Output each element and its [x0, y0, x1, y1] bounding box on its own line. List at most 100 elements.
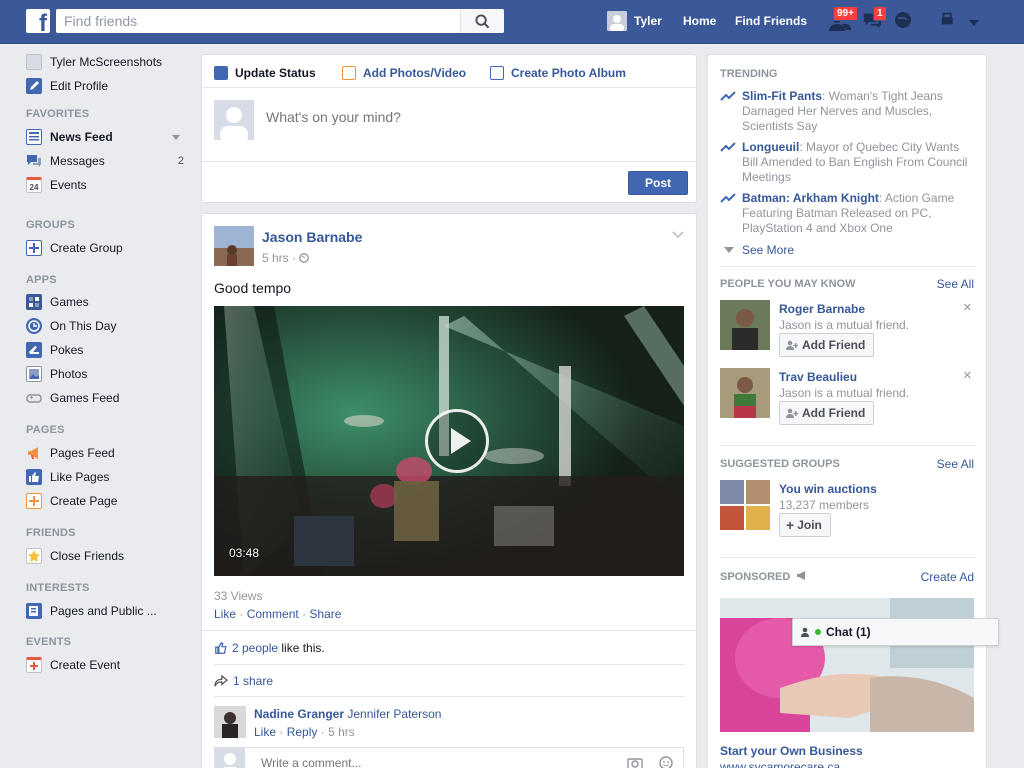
- sidebar-item-profile[interactable]: Tyler McScreenshots: [26, 52, 186, 72]
- story-timestamp[interactable]: 5 hrs ·: [262, 251, 310, 265]
- user-avatar[interactable]: [607, 11, 627, 31]
- sidebar-item-edit-profile[interactable]: Edit Profile: [26, 76, 186, 96]
- pencil-icon: [26, 78, 42, 94]
- friend-requests-jewel[interactable]: 99+: [828, 6, 858, 34]
- sidebar-item-create-group[interactable]: Create Group: [26, 238, 186, 258]
- gamepad-icon: [26, 390, 42, 406]
- story-options-icon[interactable]: [672, 228, 684, 240]
- online-status-dot: [815, 629, 821, 635]
- join-group-button[interactable]: + Join: [779, 513, 831, 537]
- events-heading: EVENTS: [26, 636, 72, 648]
- pymk-see-all-link[interactable]: See All: [937, 277, 974, 291]
- chevron-down-icon: [724, 247, 734, 253]
- comment-like-link[interactable]: Like: [254, 725, 276, 739]
- comment-input[interactable]: [261, 756, 621, 768]
- sidebar-item-games-feed[interactable]: Games Feed: [26, 388, 186, 408]
- chat-sidebar-toggle[interactable]: Chat (1): [792, 618, 999, 646]
- account-menu[interactable]: [968, 16, 992, 40]
- add-friend-button[interactable]: Add Friend: [779, 401, 875, 425]
- privacy-shortcuts[interactable]: [940, 10, 964, 34]
- ad-title-link[interactable]: Start your Own Business: [720, 744, 863, 758]
- comment-author-link[interactable]: Nadine Granger: [254, 707, 344, 721]
- camera-icon: [342, 66, 356, 80]
- trending-item[interactable]: Batman: Arkham Knight: Action Game Featu…: [720, 191, 970, 236]
- video-player[interactable]: 03:48: [214, 306, 684, 576]
- nav-profile-link[interactable]: Tyler: [634, 0, 662, 42]
- likes-summary: 2 people like this.: [214, 641, 325, 655]
- photos-icon: [26, 366, 42, 382]
- camera-icon[interactable]: [627, 756, 643, 768]
- video-duration: 03:48: [229, 546, 260, 560]
- notifications-jewel[interactable]: [893, 10, 917, 34]
- person-photo[interactable]: [720, 368, 770, 418]
- sidebar-item-pokes[interactable]: Pokes: [26, 340, 186, 360]
- trending-arrow-icon: [720, 193, 736, 203]
- sidebar-item-pages-feed[interactable]: Pages Feed: [26, 443, 186, 463]
- megaphone-icon: [797, 571, 806, 580]
- dismiss-suggestion-icon[interactable]: ✕: [963, 301, 972, 314]
- group-photo-collage[interactable]: [720, 480, 770, 530]
- sidebar-item-photos[interactable]: Photos: [26, 364, 186, 384]
- person-photo[interactable]: [720, 300, 770, 350]
- sidebar-item-events[interactable]: 24 Events: [26, 175, 186, 195]
- lock-icon: [941, 12, 953, 25]
- tab-update-status[interactable]: Update Status: [214, 65, 316, 81]
- add-friend-icon: [786, 408, 798, 418]
- facebook-logo[interactable]: f: [26, 9, 50, 33]
- trending-item[interactable]: Slim-Fit Pants: Woman's Tight Jeans Dama…: [720, 89, 970, 134]
- news-feed-icon: [26, 129, 42, 145]
- chat-person-icon: [801, 627, 809, 637]
- sidebar-item-create-page[interactable]: Create Page: [26, 491, 186, 511]
- news-feed-options-icon[interactable]: [172, 134, 180, 140]
- tab-create-album[interactable]: Create Photo Album: [490, 65, 626, 81]
- messages-badge: 1: [873, 6, 887, 21]
- nav-find-friends-link[interactable]: Find Friends: [735, 0, 807, 42]
- sidebar-item-on-this-day[interactable]: On This Day: [26, 316, 186, 336]
- likers-link[interactable]: 2 people: [232, 641, 278, 655]
- sidebar-item-close-friends[interactable]: Close Friends: [26, 546, 186, 566]
- thumbs-up-icon: [26, 469, 42, 485]
- commenter-avatar[interactable]: [214, 706, 246, 738]
- divider: [202, 161, 696, 162]
- search-icon: [475, 13, 490, 28]
- divider: [214, 664, 684, 665]
- dismiss-suggestion-icon[interactable]: ✕: [963, 369, 972, 382]
- interests-heading: INTERESTS: [26, 582, 90, 594]
- share-link[interactable]: Share: [309, 607, 341, 621]
- emoji-icon[interactable]: [659, 756, 673, 768]
- create-ad-link[interactable]: Create Ad: [921, 570, 974, 584]
- divider: [720, 266, 976, 267]
- play-button[interactable]: [425, 409, 489, 473]
- sidebar-item-news-feed[interactable]: News Feed: [26, 127, 186, 147]
- trending-item[interactable]: Longueuil: Mayor of Quebec City Wants Bi…: [720, 140, 970, 185]
- tab-add-photos[interactable]: Add Photos/Video: [342, 65, 466, 81]
- groups-see-all-link[interactable]: See All: [937, 457, 974, 471]
- sidebar-item-pages-and-public[interactable]: Pages and Public ...: [26, 601, 186, 621]
- add-friend-button[interactable]: Add Friend: [779, 333, 875, 357]
- comment-reply-link[interactable]: Reply: [287, 725, 318, 739]
- nav-home-link[interactable]: Home: [683, 0, 716, 42]
- story-author-link[interactable]: Jason Barnabe: [262, 229, 362, 245]
- sidebar-item-messages[interactable]: Messages 2: [26, 151, 186, 171]
- mutual-friends: Jason is a mutual friend.: [779, 318, 910, 332]
- post-button[interactable]: Post: [628, 171, 688, 195]
- sidebar-item-like-pages[interactable]: Like Pages: [26, 467, 186, 487]
- sidebar-item-create-event[interactable]: Create Event: [26, 655, 186, 675]
- ad-url[interactable]: www.sycamorecare.ca: [720, 760, 840, 768]
- trending-arrow-icon: [720, 91, 736, 101]
- see-more-trending[interactable]: See More: [724, 243, 794, 257]
- messages-jewel[interactable]: 1: [861, 6, 887, 34]
- like-link[interactable]: Like: [214, 607, 236, 621]
- search-input[interactable]: [56, 9, 460, 33]
- author-avatar[interactable]: [214, 226, 254, 266]
- sidebar-item-games[interactable]: Games: [26, 292, 186, 312]
- person-name-link[interactable]: Trav Beaulieu: [779, 370, 857, 384]
- comment-tag-link[interactable]: Jennifer Paterson: [347, 707, 441, 721]
- comment-link[interactable]: Comment: [247, 607, 299, 621]
- person-name-link[interactable]: Roger Barnabe: [779, 302, 865, 316]
- status-input[interactable]: [266, 109, 666, 125]
- story-actions: Like · Comment · Share: [214, 607, 342, 621]
- search-button[interactable]: [460, 9, 504, 33]
- shares-link[interactable]: 1 share: [233, 674, 273, 688]
- group-name-link[interactable]: You win auctions: [779, 482, 877, 496]
